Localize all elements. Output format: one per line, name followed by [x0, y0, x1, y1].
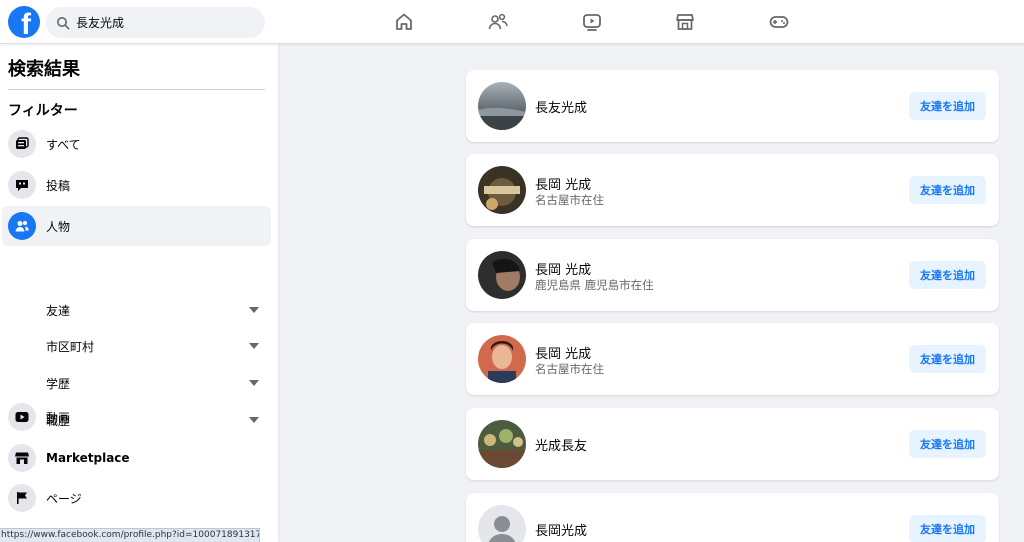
- video-icon: [8, 403, 36, 431]
- result-name[interactable]: 長岡 光成: [535, 343, 591, 362]
- top-bar: f: [0, 0, 1024, 44]
- sidebar-item-label: 動画: [46, 410, 71, 425]
- result-name[interactable]: 長岡 光成: [535, 259, 591, 278]
- default-avatar-icon[interactable]: [478, 505, 526, 542]
- posts-icon: [8, 171, 36, 199]
- sidebar-divider: [8, 89, 265, 90]
- friends-icon[interactable]: [486, 10, 510, 34]
- sidebar-item-label: Marketplace: [46, 451, 130, 465]
- flag-icon: [8, 484, 36, 512]
- search-result-card[interactable]: 長友光成 友達を追加: [466, 70, 999, 142]
- subfilter-label: 友達: [46, 303, 71, 318]
- facebook-logo-icon[interactable]: f: [8, 6, 40, 38]
- add-friend-button[interactable]: 友達を追加: [909, 345, 986, 373]
- sidebar-item-label: ページ: [46, 491, 82, 506]
- sidebar-item-videos[interactable]: 動画: [2, 397, 271, 437]
- search-result-card[interactable]: 光成長友 友達を追加: [466, 408, 999, 480]
- sidebar-item-marketplace[interactable]: Marketplace: [2, 438, 271, 478]
- result-name[interactable]: 光成長友: [535, 435, 587, 454]
- sidebar-item-pages[interactable]: ページ: [2, 478, 271, 518]
- add-friend-button[interactable]: 友達を追加: [909, 176, 986, 204]
- search-result-card[interactable]: 長岡 光成 名古屋市在住 友達を追加: [466, 323, 999, 395]
- profile-avatar[interactable]: [478, 82, 526, 130]
- caret-down-icon: [249, 307, 259, 313]
- result-location: 名古屋市在住: [535, 362, 604, 376]
- sidebar-item-label: すべて: [46, 137, 81, 152]
- result-name[interactable]: 長友光成: [535, 97, 587, 116]
- people-subfilter-education[interactable]: 学歴: [46, 368, 266, 398]
- profile-avatar[interactable]: [478, 420, 526, 468]
- add-friend-button[interactable]: 友達を追加: [909, 515, 986, 542]
- search-result-card[interactable]: 長岡 光成 鹿児島県 鹿児島市在住 友達を追加: [466, 239, 999, 311]
- all-results-icon: [8, 130, 36, 158]
- people-subfilter-city[interactable]: 市区町村: [46, 331, 266, 361]
- sidebar-item-label: 投稿: [46, 178, 71, 193]
- sidebar-item-people[interactable]: 人物: [2, 206, 271, 246]
- search-icon: [56, 16, 70, 30]
- gaming-icon[interactable]: [767, 10, 791, 34]
- sidebar-item-label: 人物: [46, 219, 71, 234]
- people-icon: [8, 212, 36, 240]
- search-box[interactable]: [46, 7, 265, 38]
- shop-icon: [8, 444, 36, 472]
- search-filters-sidebar: 検索結果 フィルター すべて 投稿 人物 友達 市区町村 学歴 職歴 動画 Ma…: [0, 44, 278, 542]
- search-result-card[interactable]: 長岡光成 友達を追加: [466, 493, 999, 542]
- profile-avatar[interactable]: [478, 335, 526, 383]
- sidebar-item-all[interactable]: すべて: [2, 124, 271, 164]
- result-name[interactable]: 長岡光成: [535, 520, 587, 539]
- result-location: 名古屋市在住: [535, 193, 604, 207]
- profile-avatar[interactable]: [478, 166, 526, 214]
- marketplace-icon[interactable]: [673, 10, 697, 34]
- profile-avatar[interactable]: [478, 251, 526, 299]
- people-subfilter-friends[interactable]: 友達: [46, 295, 266, 325]
- search-input[interactable]: [76, 15, 256, 30]
- caret-down-icon: [249, 380, 259, 386]
- caret-down-icon: [249, 343, 259, 349]
- add-friend-button[interactable]: 友達を追加: [909, 92, 986, 120]
- status-bar-url: https://www.facebook.com/profile.php?id=…: [0, 528, 260, 542]
- search-result-card[interactable]: 長岡 光成 名古屋市在住 友達を追加: [466, 154, 999, 226]
- home-icon[interactable]: [392, 10, 416, 34]
- watch-icon[interactable]: [580, 10, 604, 34]
- add-friend-button[interactable]: 友達を追加: [909, 430, 986, 458]
- subfilter-label: 市区町村: [46, 339, 95, 354]
- filter-heading: フィルター: [8, 103, 78, 119]
- page-title: 検索結果: [8, 59, 80, 80]
- result-location: 鹿児島県 鹿児島市在住: [535, 278, 654, 292]
- sidebar-item-posts[interactable]: 投稿: [2, 165, 271, 205]
- result-name[interactable]: 長岡 光成: [535, 174, 591, 193]
- add-friend-button[interactable]: 友達を追加: [909, 261, 986, 289]
- subfilter-label: 学歴: [46, 376, 71, 391]
- facebook-logo-letter: f: [21, 8, 31, 39]
